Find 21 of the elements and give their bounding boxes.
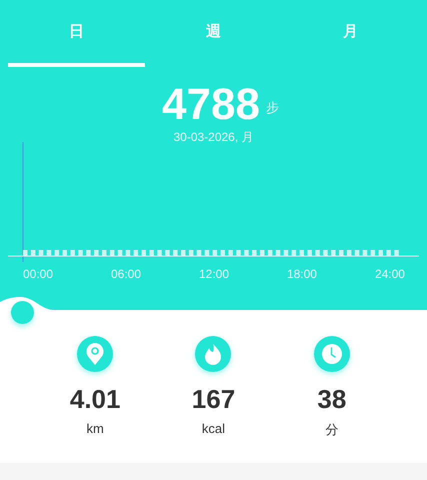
location-pin-icon bbox=[75, 334, 116, 374]
time-axis-label: 06:00 bbox=[110, 267, 142, 281]
date-label: 30-03-2026, 月 bbox=[172, 129, 255, 146]
step-count: 4788 bbox=[162, 83, 260, 127]
slider-handle[interactable] bbox=[11, 301, 34, 324]
stat-value: 167 bbox=[192, 384, 236, 415]
period-tab[interactable]: 月 bbox=[282, 0, 419, 67]
time-axis-label: 18:00 bbox=[286, 267, 317, 281]
clock-icon bbox=[312, 334, 352, 374]
flame-icon bbox=[193, 334, 234, 374]
step-unit: 步 bbox=[266, 99, 279, 117]
stat-value: 4.01 bbox=[70, 384, 120, 415]
time-axis-label: 00:00 bbox=[23, 267, 54, 281]
stat-unit: kcal bbox=[202, 421, 226, 436]
stat-unit: km bbox=[86, 421, 104, 436]
time-axis-label: 24:00 bbox=[374, 267, 405, 281]
stat-unit: 分 bbox=[325, 421, 338, 439]
stat-value: 38 bbox=[317, 384, 346, 415]
time-axis-label: 12:00 bbox=[198, 267, 229, 281]
period-tab[interactable]: 週 bbox=[145, 0, 282, 67]
period-tab[interactable]: 日 bbox=[8, 0, 145, 67]
